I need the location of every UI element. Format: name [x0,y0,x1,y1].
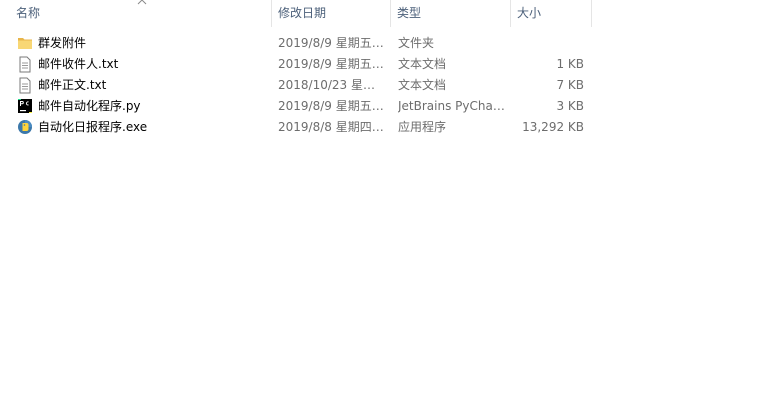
file-size: 1 KB [556,57,584,71]
file-row-folder[interactable]: 群发附件 2019/8/9 星期五 ... 文件夹 [0,33,600,54]
column-header-date-modified[interactable]: 修改日期 [272,0,391,27]
file-name: 邮件正文.txt [38,78,107,92]
file-size [511,33,584,54]
file-row-py[interactable]: 邮件自动化程序.py 2019/8/9 星期五 ... JetBrains Py… [0,96,600,117]
column-header-row: 名称 修改日期 类型 大小 [0,0,592,27]
file-name: 自动化日报程序.exe [38,120,148,134]
file-date-modified: 2019/8/9 星期五 ... [278,36,386,50]
file-row-exe[interactable]: 自动化日报程序.exe 2019/8/8 星期四 ... 应用程序 13,292… [0,117,600,138]
file-type: 应用程序 [398,120,447,134]
column-header-type[interactable]: 类型 [391,0,511,27]
file-row-txt[interactable]: 邮件正文.txt 2018/10/23 星期... 文本文档 7 KB [0,75,600,96]
text-file-icon [17,56,33,73]
file-date-modified: 2019/8/8 星期四 ... [278,120,386,134]
file-type: JetBrains PyChar... [398,99,506,113]
file-date-modified: 2019/8/9 星期五 ... [278,57,386,71]
file-row-txt[interactable]: 邮件收件人.txt 2019/8/9 星期五 ... 文本文档 1 KB [0,54,600,75]
file-name: 群发附件 [38,36,87,50]
column-header-name[interactable]: 名称 [10,0,272,27]
file-date-modified: 2018/10/23 星期... [278,78,386,92]
file-list: 群发附件 2019/8/9 星期五 ... 文件夹 邮件收件人.txt 2019… [0,33,600,138]
file-date-modified: 2019/8/9 星期五 ... [278,99,386,113]
file-size: 7 KB [556,78,584,92]
file-size: 13,292 KB [522,120,584,134]
column-header-size[interactable]: 大小 [511,0,592,27]
file-explorer-view: 名称 修改日期 类型 大小 群发附件 2019/8/9 星期五 ... 文件夹 [0,0,770,409]
pycharm-file-icon [17,98,33,115]
folder-icon [17,35,33,52]
column-divider[interactable] [591,0,592,27]
file-size: 3 KB [556,99,584,113]
file-type: 文件夹 [398,36,435,50]
file-type: 文本文档 [398,57,447,71]
file-type: 文本文档 [398,78,447,92]
file-name: 邮件自动化程序.py [38,99,141,113]
file-name: 邮件收件人.txt [38,57,119,71]
text-file-icon [17,77,33,94]
exe-file-icon [17,119,33,136]
